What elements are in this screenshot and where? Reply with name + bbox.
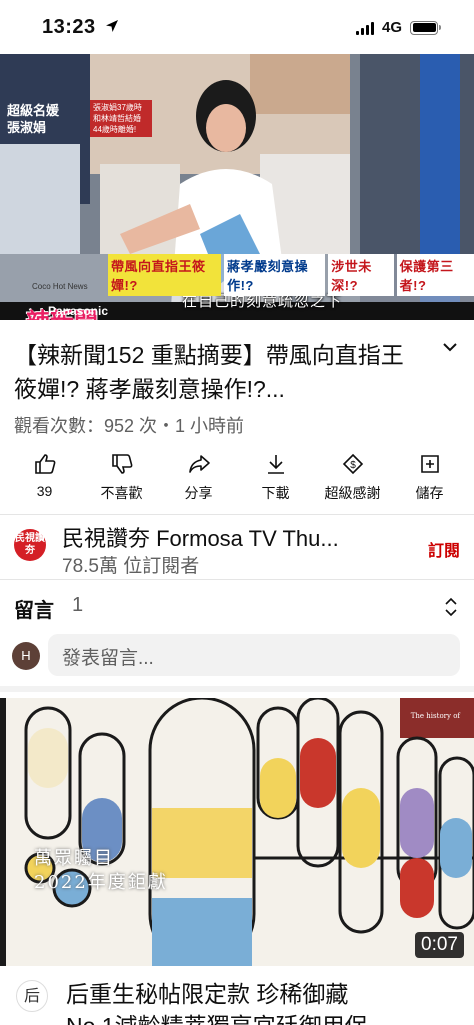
next-video-title-line2: No.1減齡精萃獨享宮廷御用保: [66, 1010, 466, 1025]
location-arrow-icon: [106, 20, 118, 32]
user-avatar: H: [12, 642, 40, 670]
dislike-button[interactable]: 不喜歡: [84, 452, 160, 504]
thumbnail-text-line1: 萬眾矚目: [34, 848, 114, 869]
status-time: 13:23: [42, 16, 96, 38]
comments-section[interactable]: 留言 1 H 發表留言...: [0, 580, 474, 692]
thumbnail-text-line2: 2022年度鉅獻: [34, 872, 168, 893]
ticker-item: 蔣孝嚴刻意操作!?: [224, 254, 326, 296]
ticker-item: 涉世未深!?: [328, 254, 394, 296]
stained-glass-artwork: [0, 698, 474, 966]
name-tag-line1: 超級名媛: [7, 103, 60, 118]
show-subtitle: Coco Hot News: [32, 282, 88, 291]
like-button[interactable]: 39: [7, 452, 83, 504]
chevron-down-icon[interactable]: [440, 340, 460, 354]
battery-icon: [410, 20, 441, 35]
comments-count: 1: [72, 594, 84, 616]
save-icon: [420, 455, 439, 473]
video-title: 【辣新聞152 重點摘要】帶風向直指王筱嬋!? 蔣孝嚴刻意操作!?...: [14, 342, 404, 402]
svg-text:$: $: [350, 460, 356, 471]
super-thanks-icon: $: [342, 453, 363, 475]
ticker-item: 保護第三者!?: [396, 254, 474, 296]
name-tag-line2: 張淑娟: [7, 120, 47, 135]
download-icon: [267, 455, 284, 474]
share-icon: [188, 455, 210, 473]
ticker-item: 帶風向直指王筱嬋!?: [108, 254, 222, 296]
name-tag: 超級名媛 張淑娟: [2, 102, 88, 136]
share-button[interactable]: 分享: [161, 452, 237, 504]
news-ticker: 帶風向直指王筱嬋!? 蔣孝嚴刻意操作!? 涉世未深!? 保護第三者!?: [108, 254, 474, 296]
next-video-title-line1: 后重生秘帖限定款 珍稀御藏: [66, 981, 349, 1007]
next-channel-avatar[interactable]: 后: [16, 980, 48, 1012]
network-type: 4G: [381, 19, 402, 36]
super-thanks-label: 超級感謝: [324, 485, 381, 501]
comment-input[interactable]: 發表留言...: [48, 634, 460, 676]
like-count: 39: [36, 483, 53, 499]
expand-collapse-icon[interactable]: [444, 596, 458, 618]
super-thanks-button[interactable]: $ 超級感謝: [315, 452, 391, 504]
next-video-info[interactable]: 后 后重生秘帖限定款 珍稀御藏 No.1減齡精萃獨享宮廷御用保: [0, 966, 474, 1025]
like-icon: [34, 454, 55, 474]
sponsor-logo: Panasonic: [48, 304, 109, 318]
channel-name[interactable]: 民視讚夯 Formosa TV Thu...: [62, 521, 392, 553]
channel-row[interactable]: 民視讚夯 民視讚夯 Formosa TV Thu... 78.5萬 位訂閱者 訂…: [0, 514, 474, 580]
video-title-area[interactable]: 【辣新聞152 重點摘要】帶風向直指王筱嬋!? 蔣孝嚴刻意操作!?...: [14, 338, 414, 406]
next-video-thumbnail[interactable]: 萬眾矚目 2022年度鉅獻 The history of 0:07: [0, 698, 474, 966]
download-button[interactable]: 下載: [238, 452, 314, 504]
channel-avatar[interactable]: 民視讚夯: [14, 529, 46, 561]
action-bar: 39 不喜歡 分享 下載 $ 超級感謝 儲存: [0, 452, 474, 504]
brand-watermark: The history of: [410, 712, 460, 720]
info-caption: 張淑娟37歲時和林靖哲結婚44歲時離婚!: [90, 100, 152, 137]
video-duration: 0:07: [415, 932, 464, 958]
video-meta: 觀看次數：952 次・1 小時前: [14, 416, 245, 436]
save-label: 儲存: [415, 485, 444, 501]
download-label: 下載: [261, 485, 290, 501]
status-bar: 13:23 4G: [0, 0, 474, 54]
share-label: 分享: [184, 485, 213, 501]
cellular-signal-icon: [355, 21, 374, 35]
subscribe-button[interactable]: 訂閱: [428, 537, 460, 561]
dislike-icon: [111, 454, 132, 474]
comments-title: 留言: [14, 600, 54, 622]
save-button[interactable]: 儲存: [392, 452, 468, 504]
subscriber-count: 78.5萬 位訂閱者: [62, 556, 200, 577]
dislike-label: 不喜歡: [100, 485, 143, 501]
